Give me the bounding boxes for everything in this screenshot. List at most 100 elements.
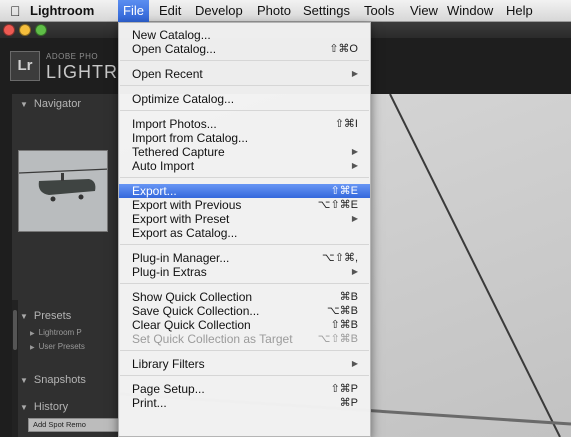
menu-item-print[interactable]: Print... ⌘P xyxy=(119,396,370,410)
menu-item-shortcut: ⇧⌘B xyxy=(330,319,358,331)
menu-item-label: Optimize Catalog... xyxy=(132,92,235,106)
snapshots-panel-header[interactable]: ▼ Snapshots xyxy=(12,370,120,390)
menu-item-label: Set Quick Collection as Target xyxy=(132,332,293,346)
menu-item-shortcut: ⌘B xyxy=(339,291,358,303)
menu-item-label: New Catalog... xyxy=(132,28,211,42)
menu-item-shortcut: ⇧⌘E xyxy=(330,185,358,197)
preset-folder-label: User Presets xyxy=(38,342,85,351)
history-step-button[interactable]: Add Spot Remo xyxy=(28,418,120,432)
panel-scroll-thumb[interactable] xyxy=(13,310,17,350)
menu-separator xyxy=(120,85,369,86)
menu-item-label: Export... xyxy=(132,184,177,198)
menu-item-label: Library Filters xyxy=(132,357,205,371)
menu-item-label: Show Quick Collection xyxy=(132,290,253,304)
menu-item-save-quick-collection[interactable]: Save Quick Collection... ⌥⌘B xyxy=(119,304,370,318)
menu-tools[interactable]: Tools xyxy=(364,0,394,22)
left-panel: ▼ Navigator ▼ Presets ▶ Lightroom P ▶ User P… xyxy=(12,94,120,437)
menu-item-tethered-capture[interactable]: Tethered Capture ▶ xyxy=(119,145,370,159)
lightroom-logo: Lr xyxy=(10,51,40,81)
menu-item-shortcut: ⌘P xyxy=(339,397,358,409)
menu-item-shortcut: ⌥⇧⌘, xyxy=(322,252,358,264)
menu-separator xyxy=(120,177,369,178)
navigator-thumbnail[interactable] xyxy=(18,150,108,232)
menu-lightroom[interactable]: Lightroom xyxy=(30,0,94,22)
menu-item-plug-in-extras[interactable]: Plug-in Extras ▶ xyxy=(119,265,370,279)
menu-item-show-quick-collection[interactable]: Show Quick Collection ⌘B xyxy=(119,290,370,304)
history-label: History xyxy=(33,401,69,413)
menu-file[interactable]: File xyxy=(118,0,149,22)
menu-item-optimize-catalog[interactable]: Optimize Catalog... xyxy=(119,92,370,106)
menu-separator xyxy=(120,60,369,61)
menu-item-export-with-previous[interactable]: Export with Previous ⌥⇧⌘E xyxy=(119,198,370,212)
menu-item-page-setup[interactable]: Page Setup... ⇧⌘P xyxy=(119,382,370,396)
window-left-edge xyxy=(0,94,12,437)
menu-view[interactable]: View xyxy=(410,0,438,22)
menu-separator xyxy=(120,110,369,111)
minimize-window-button[interactable] xyxy=(19,24,31,36)
menu-item-import-photos[interactable]: Import Photos... ⇧⌘I xyxy=(119,117,370,131)
menu-item-label: Tethered Capture xyxy=(132,145,225,159)
menu-settings[interactable]: Settings xyxy=(303,0,350,22)
collapse-triangle-icon: ▼ xyxy=(20,100,28,109)
menu-item-label: Export with Previous xyxy=(132,198,242,212)
menu-item-new-catalog[interactable]: New Catalog... xyxy=(119,28,370,42)
menu-item-label: Page Setup... xyxy=(132,382,205,396)
menu-item-clear-quick-collection[interactable]: Clear Quick Collection ⇧⌘B xyxy=(119,318,370,332)
menu-item-open-recent[interactable]: Open Recent ▶ xyxy=(119,67,370,81)
menu-item-label: Import from Catalog... xyxy=(132,131,249,145)
collapse-triangle-icon: ▼ xyxy=(20,312,28,321)
menu-item-shortcut: ⌥⇧⌘B xyxy=(317,333,358,345)
expand-triangle-icon: ▶ xyxy=(30,345,35,351)
zoom-window-button[interactable] xyxy=(35,24,47,36)
collapse-triangle-icon: ▼ xyxy=(20,376,28,385)
menu-item-open-catalog[interactable]: Open Catalog... ⇧⌘O xyxy=(119,42,370,56)
close-window-button[interactable] xyxy=(3,24,15,36)
menu-item-import-from-catalog[interactable]: Import from Catalog... xyxy=(119,131,370,145)
menu-item-export[interactable]: Export... ⇧⌘E xyxy=(119,184,370,198)
helicopter-image xyxy=(19,151,107,231)
app-name-label: LIGHTR xyxy=(46,62,119,82)
menu-item-label: Open Catalog... xyxy=(132,42,217,56)
menu-item-label: Open Recent xyxy=(132,67,203,81)
menu-item-set-quick-collection-as-target: Set Quick Collection as Target ⌥⇧⌘B xyxy=(119,332,370,346)
preset-folder-lightroom[interactable]: ▶ Lightroom P xyxy=(12,326,120,340)
navigator-panel-header[interactable]: ▼ Navigator xyxy=(12,94,120,114)
menu-item-library-filters[interactable]: Library Filters ▶ xyxy=(119,357,370,371)
menu-item-label: Plug-in Extras xyxy=(132,265,207,279)
history-panel-header[interactable]: ▼ History xyxy=(12,397,120,417)
menu-item-shortcut: ⇧⌘O xyxy=(329,43,358,55)
menu-edit[interactable]: Edit xyxy=(159,0,181,22)
apple-icon[interactable]:  xyxy=(10,0,21,22)
menu-photo[interactable]: Photo xyxy=(257,0,291,22)
presets-label: Presets xyxy=(33,310,72,322)
menu-item-shortcut: ⇧⌘I xyxy=(334,118,358,130)
submenu-arrow-icon: ▶ xyxy=(351,161,358,170)
menu-window[interactable]: Window xyxy=(447,0,493,22)
preset-folder-user[interactable]: ▶ User Presets xyxy=(12,340,120,354)
menu-separator xyxy=(120,375,369,376)
submenu-arrow-icon: ▶ xyxy=(351,214,358,223)
menu-item-label: Auto Import xyxy=(132,159,195,173)
submenu-arrow-icon: ▶ xyxy=(351,147,358,156)
expand-triangle-icon: ▶ xyxy=(30,331,35,337)
menu-item-export-with-preset[interactable]: Export with Preset ▶ xyxy=(119,212,370,226)
menu-item-export-as-catalog[interactable]: Export as Catalog... xyxy=(119,226,370,240)
menu-bar:  Lightroom File Edit Develop Photo Sett… xyxy=(0,0,571,22)
presets-panel-header[interactable]: ▼ Presets xyxy=(12,306,120,326)
menu-separator xyxy=(120,244,369,245)
menu-item-plug-in-manager[interactable]: Plug-in Manager... ⌥⇧⌘, xyxy=(119,251,370,265)
menu-item-label: Print... xyxy=(132,396,167,410)
menu-item-label: Plug-in Manager... xyxy=(132,251,230,265)
submenu-arrow-icon: ▶ xyxy=(351,359,358,368)
snapshots-label: Snapshots xyxy=(33,374,86,386)
adobe-label: ADOBE PHO xyxy=(46,52,99,61)
menu-item-shortcut: ⌥⇧⌘E xyxy=(317,199,358,211)
menu-item-label: Export as Catalog... xyxy=(132,226,238,240)
menu-item-label: Clear Quick Collection xyxy=(132,318,251,332)
menu-item-label: Import Photos... xyxy=(132,117,217,131)
navigator-label: Navigator xyxy=(33,98,81,110)
menu-item-auto-import[interactable]: Auto Import ▶ xyxy=(119,159,370,173)
menu-help[interactable]: Help xyxy=(506,0,533,22)
file-menu-dropdown: New Catalog... Open Catalog... ⇧⌘O Open Rec… xyxy=(118,22,371,437)
menu-develop[interactable]: Develop xyxy=(195,0,243,22)
